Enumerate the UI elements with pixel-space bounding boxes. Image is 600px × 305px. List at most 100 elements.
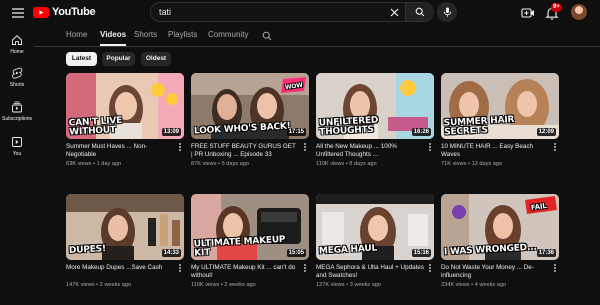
video-meta: 127K views • 3 weeks ago	[316, 282, 382, 288]
video-duration: 13:09	[161, 128, 181, 136]
video-views: 87K views	[191, 161, 217, 167]
more-actions-icon[interactable]	[176, 142, 184, 152]
more-actions-icon[interactable]	[426, 263, 434, 273]
subscriptions-icon	[12, 101, 22, 113]
video-views: 71K views	[441, 161, 467, 167]
video-thumbnail[interactable]: FAIL I WAS WRONGED... 17:36	[441, 194, 559, 260]
video-thumbnail[interactable]: MEGA HAUL 15:16	[316, 194, 434, 260]
video-age: 2 weeks ago	[224, 282, 256, 288]
video-duration: 12:09	[536, 128, 556, 136]
video-views: 110K views	[191, 282, 220, 288]
microphone-icon	[443, 7, 451, 17]
menu-icon[interactable]	[10, 5, 26, 21]
video-age: 5 days ago	[221, 161, 249, 167]
tabs-divider	[34, 46, 600, 47]
video-title[interactable]: 10 MINUTE HAIR ... Easy Beach Waves	[441, 143, 559, 159]
logo-text: YouTube	[52, 6, 96, 18]
video-meta: 110K views • 8 days ago	[316, 161, 377, 167]
video-title[interactable]: All the New Makeup ... 100% Unfiltered T…	[316, 143, 434, 159]
video-card[interactable]: WOW LOOK WHO'S BACK! 17:15 FREE STUFF BE…	[191, 73, 309, 167]
video-thumbnail[interactable]: UNFILTERED THOUGHTS 16:26	[316, 73, 434, 139]
video-age: 1 day ago	[96, 161, 122, 167]
more-actions-icon[interactable]	[426, 142, 434, 152]
masthead: YouTube tati 9+	[0, 0, 600, 26]
more-actions-icon[interactable]	[301, 263, 309, 273]
sidebar-label-you: You	[12, 151, 22, 157]
video-age: 3 weeks ago	[349, 282, 382, 288]
video-card[interactable]: MEGA HAUL 15:16 MEGA Sephora & Ulta Haul…	[316, 194, 434, 288]
video-age: 2 weeks ago	[99, 282, 132, 288]
youtube-logo[interactable]: YouTube	[33, 6, 96, 18]
video-age: 12 days ago	[471, 161, 503, 167]
search-icon	[415, 7, 425, 17]
video-meta: 71K views • 12 days ago	[441, 161, 503, 167]
search-box[interactable]: tati	[150, 2, 434, 22]
sidebar-item-you[interactable]: You	[0, 136, 34, 157]
chip-latest[interactable]: Latest	[66, 52, 97, 66]
search-input[interactable]: tati	[159, 7, 171, 17]
you-icon	[12, 137, 22, 147]
video-duration: 14:33	[161, 249, 181, 257]
video-card[interactable]: DUPES! 14:33 More Makeup Dupes ...Save C…	[66, 194, 184, 288]
video-duration: 17:15	[286, 128, 306, 136]
sidebar-item-subscriptions[interactable]: Subscriptions	[0, 101, 34, 122]
tab-home[interactable]: Home	[66, 30, 87, 39]
video-views: 234K views	[441, 282, 470, 288]
video-duration: 17:36	[536, 249, 556, 257]
video-card[interactable]: FAIL I WAS WRONGED... 17:36 Do Not Waste…	[441, 194, 559, 288]
video-views: 110K views	[316, 161, 345, 167]
sidebar-item-shorts[interactable]: Shorts	[0, 67, 34, 88]
video-meta: 110K views • 2 weeks ago	[191, 282, 256, 288]
video-duration: 16:26	[411, 128, 431, 136]
more-actions-icon[interactable]	[176, 263, 184, 273]
clear-icon[interactable]	[387, 5, 402, 20]
video-thumbnail[interactable]: CAN'T LIVE WITHOUT 13:09	[66, 73, 184, 139]
tab-videos[interactable]: Videos	[100, 30, 126, 39]
video-views: 147K views	[66, 282, 95, 288]
video-age: 4 weeks ago	[474, 282, 507, 288]
video-title[interactable]: More Makeup Dupes ...Save Cash	[66, 264, 184, 280]
video-thumbnail[interactable]: WOW LOOK WHO'S BACK! 17:15	[191, 73, 309, 139]
sidebar-label-home: Home	[10, 49, 24, 55]
tab-shorts[interactable]: Shorts	[134, 30, 157, 39]
video-duration: 15:05	[286, 249, 306, 257]
chip-oldest[interactable]: Oldest	[141, 52, 171, 66]
video-title[interactable]: Summer Must Haves ... Non-Negotiable	[66, 143, 184, 159]
video-title[interactable]: Do Not Waste Your Money ... De-influenci…	[441, 264, 559, 280]
avatar[interactable]	[571, 4, 587, 20]
create-icon[interactable]	[520, 5, 536, 21]
youtube-play-icon	[33, 6, 49, 18]
voice-search-button[interactable]	[437, 2, 457, 22]
video-meta: 234K views • 4 weeks ago	[441, 282, 507, 288]
channel-search-icon[interactable]	[262, 31, 272, 41]
tab-community[interactable]: Community	[208, 30, 248, 39]
video-views: 63K views	[66, 161, 92, 167]
video-thumbnail[interactable]: ULTIMATE MAKEUP KIT 15:05	[191, 194, 309, 260]
video-thumbnail[interactable]: DUPES! 14:33	[66, 194, 184, 260]
video-meta: 87K views • 5 days ago	[191, 161, 249, 167]
video-card[interactable]: ULTIMATE MAKEUP KIT 15:05 My ULTIMATE Ma…	[191, 194, 309, 288]
search-button[interactable]	[405, 3, 434, 21]
video-card[interactable]: UNFILTERED THOUGHTS 16:26 All the New Ma…	[316, 73, 434, 167]
video-meta: 147K views • 2 weeks ago	[66, 282, 132, 288]
video-title[interactable]: MEGA Sephora & Ulta Haul + Updates and S…	[316, 264, 434, 280]
more-actions-icon[interactable]	[301, 142, 309, 152]
video-thumbnail[interactable]: SUMMER HAIR SECRETS 12:09	[441, 73, 559, 139]
video-card[interactable]: CAN'T LIVE WITHOUT 13:09 Summer Must Hav…	[66, 73, 184, 167]
more-actions-icon[interactable]	[551, 263, 559, 273]
video-title[interactable]: FREE STUFF BEAUTY GURUS GET | PR Unboxin…	[191, 143, 309, 159]
video-meta: 63K views • 1 day ago	[66, 161, 122, 167]
video-age: 8 days ago	[349, 161, 377, 167]
sidebar-item-home[interactable]: Home	[0, 34, 34, 55]
shorts-icon	[12, 67, 23, 79]
video-views: 127K views	[316, 282, 345, 288]
home-icon	[12, 35, 22, 45]
tab-playlists[interactable]: Playlists	[168, 30, 197, 39]
video-title[interactable]: My ULTIMATE Makeup Kit ... can't do with…	[191, 264, 309, 280]
sidebar-label-shorts: Shorts	[9, 82, 25, 88]
video-duration: 15:16	[411, 249, 431, 257]
chip-popular[interactable]: Popular	[102, 52, 135, 66]
sidebar-label-subscriptions: Subscriptions	[1, 116, 32, 122]
video-card[interactable]: SUMMER HAIR SECRETS 12:09 10 MINUTE HAIR…	[441, 73, 559, 167]
more-actions-icon[interactable]	[551, 142, 559, 152]
